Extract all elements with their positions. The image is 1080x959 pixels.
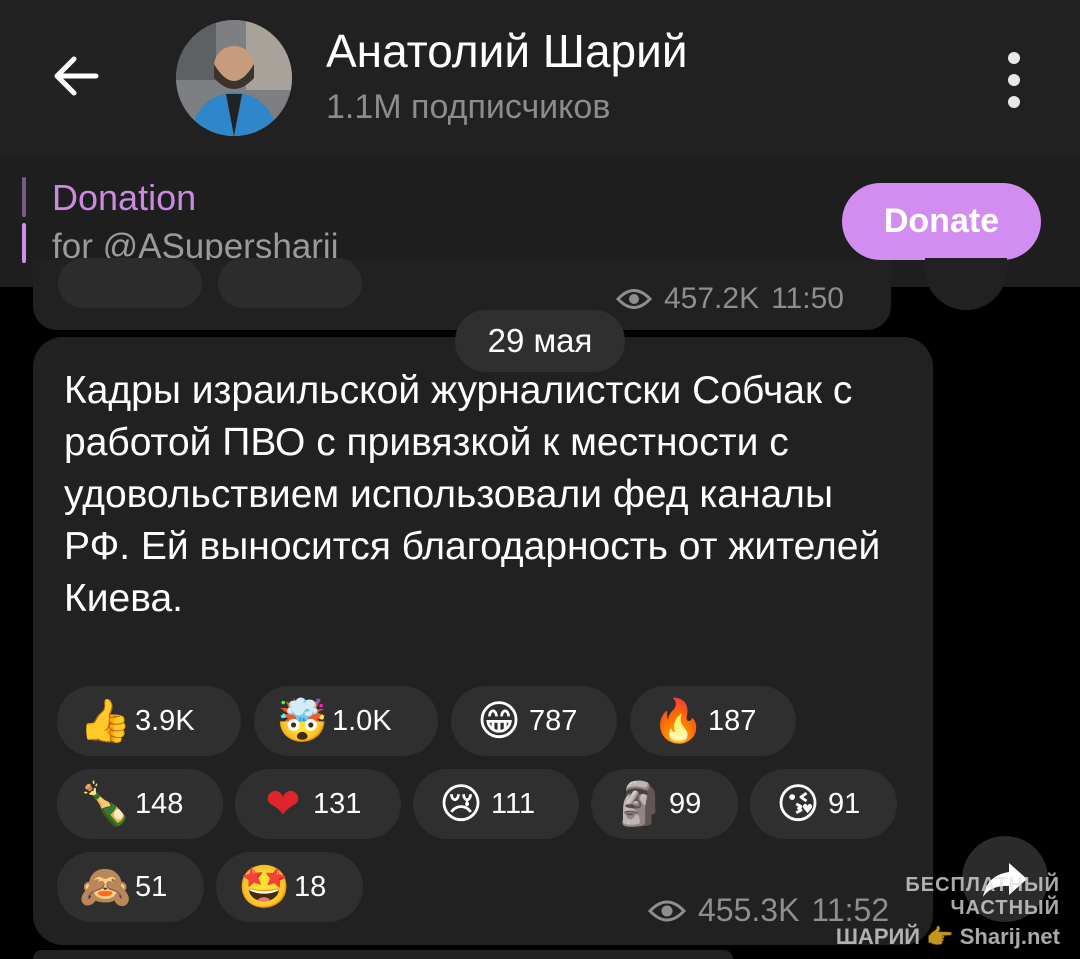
crying-face-icon: 😢	[439, 779, 483, 828]
reaction-count: 148	[135, 787, 184, 820]
thumbs-up-icon: 👍	[79, 696, 132, 745]
reaction-count: 99	[669, 787, 702, 820]
watermark-line-2: ШАРИЙ 👉 Sharij.net	[835, 924, 1060, 949]
reaction-heart[interactable]: ❤ 131	[235, 769, 401, 839]
reaction-count: 787	[529, 704, 578, 737]
fire-icon: 🔥	[652, 696, 705, 745]
reaction-grinning[interactable]: 😁 787	[451, 686, 617, 756]
reaction-exploding-head[interactable]: 🤯 1.0K	[254, 686, 438, 756]
star-struck-icon: 🤩	[238, 862, 291, 911]
moai-icon: 🗿	[613, 779, 666, 828]
reaction-count: 51	[135, 870, 168, 903]
see-no-evil-monkey-icon: 🙈	[79, 862, 132, 911]
reaction-count: 1.0K	[332, 704, 392, 737]
previous-reaction[interactable]	[218, 258, 362, 308]
reaction-count: 131	[313, 787, 362, 820]
dot-icon	[1008, 52, 1020, 64]
reaction-count: 187	[708, 704, 757, 737]
reaction-thumbs-up[interactable]: 👍 3.9K	[57, 686, 241, 756]
face-blowing-kiss-icon: 😘	[776, 779, 820, 828]
reaction-count: 18	[294, 870, 327, 903]
reaction-moai[interactable]: 🗿 99	[591, 769, 738, 839]
pin-indicator	[22, 177, 26, 217]
message-text: Кадры израильской журналистски Собчак с …	[64, 369, 881, 620]
pinned-title: Donation	[52, 177, 197, 218]
reaction-crying[interactable]: 😢 111	[413, 769, 579, 839]
subscriber-count: 1.1M подписчиков	[326, 88, 611, 126]
view-count: 455.3K	[698, 892, 800, 928]
date-separator: 29 мая	[455, 310, 625, 372]
reaction-champagne[interactable]: 🍾 148	[57, 769, 223, 839]
channel-header: Анатолий Шарий 1.1M подписчиков	[0, 0, 1080, 155]
channel-title[interactable]: Анатолий Шарий	[326, 24, 688, 78]
previous-reaction[interactable]	[58, 258, 202, 308]
pin-indicator-active	[22, 223, 26, 263]
red-heart-icon: ❤	[265, 779, 301, 828]
eye-icon	[616, 289, 652, 309]
eye-icon	[648, 900, 686, 921]
reaction-kiss[interactable]: 😘 91	[750, 769, 897, 839]
previous-view-count: 457.2K	[664, 282, 760, 315]
reaction-see-no-evil[interactable]: 🙈 51	[57, 852, 204, 922]
next-message-bubble[interactable]	[33, 950, 733, 959]
exploding-head-icon: 🤯	[276, 696, 329, 745]
watermark: БЕСПЛАТНЫЙ ЧАСТНЫЙ ШАРИЙ 👉 Sharij.net	[800, 874, 1060, 950]
reaction-star-struck[interactable]: 🤩 18	[216, 852, 363, 922]
reaction-count: 3.9K	[135, 704, 195, 737]
previous-message-meta: 457.2K 11:50	[616, 282, 844, 316]
donate-button[interactable]: Donate	[842, 183, 1041, 260]
reaction-count: 111	[491, 787, 536, 820]
champagne-icon: 🍾	[79, 779, 132, 828]
dot-icon	[1008, 96, 1020, 108]
grinning-face-icon: 😁	[477, 696, 521, 745]
back-button[interactable]	[40, 40, 112, 112]
dot-icon	[1008, 74, 1020, 86]
more-options-button[interactable]	[990, 48, 1038, 112]
arrow-left-icon	[54, 56, 99, 96]
previous-share-button[interactable]	[925, 258, 1007, 310]
reaction-count: 91	[828, 787, 861, 820]
previous-message-time: 11:50	[771, 282, 844, 315]
channel-avatar[interactable]	[176, 20, 292, 136]
reaction-fire[interactable]: 🔥 187	[630, 686, 796, 756]
watermark-line-1: БЕСПЛАТНЫЙ ЧАСТНЫЙ	[905, 874, 1060, 919]
